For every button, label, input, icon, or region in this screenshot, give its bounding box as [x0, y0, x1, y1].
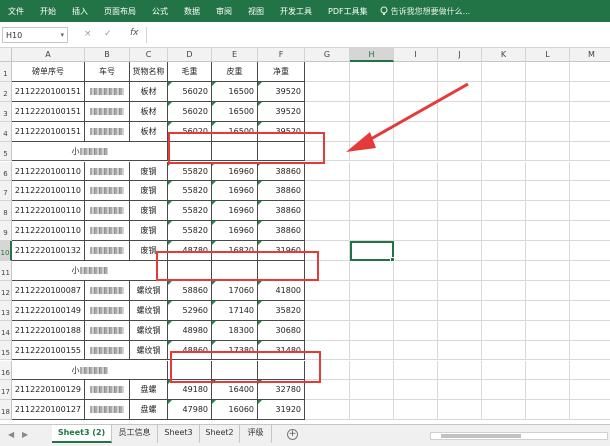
- ribbon-tab-2[interactable]: 插入: [64, 6, 96, 17]
- name-box[interactable]: H10 ▾: [2, 27, 68, 43]
- scrollbar-thumb[interactable]: [441, 434, 521, 438]
- cancel-icon[interactable]: ×: [84, 29, 92, 39]
- next-sheet-icon[interactable]: ▶: [22, 430, 28, 439]
- ribbon-tab-4[interactable]: 公式: [144, 6, 176, 17]
- sheet-tab-1[interactable]: 员工信息: [112, 425, 158, 443]
- add-sheet-button[interactable]: +: [287, 429, 298, 440]
- ribbon-tab-7[interactable]: 视图: [240, 6, 272, 17]
- ribbon-tab-9[interactable]: PDF工具集: [320, 6, 376, 17]
- name-box-value: H10: [6, 31, 23, 40]
- sheet-tab-0[interactable]: Sheet3 (2): [52, 425, 112, 443]
- formula-input[interactable]: [146, 27, 608, 43]
- ribbon-tab-5[interactable]: 数据: [176, 6, 208, 17]
- spreadsheet-grid: A B C D E F G H I J K L M 1 磅单序号 车号 货物名称 毛重 皮重 净重 2 211222010…: [0, 48, 610, 424]
- tell-me-search[interactable]: 告诉我您想要做什么...: [380, 6, 471, 17]
- ribbon-tab-8[interactable]: 开发工具: [272, 6, 320, 17]
- sheet-tab-3[interactable]: Sheet2: [200, 425, 240, 443]
- function-icon[interactable]: fx: [130, 28, 139, 38]
- ribbon-tab-6[interactable]: 审阅: [208, 6, 240, 17]
- sheet-tab-bar: ◀ ▶ + Sheet3 (2) 员工信息 Sheet3 Sheet2 评级: [0, 424, 610, 446]
- annotation-arrow: [346, 82, 469, 152]
- ribbon-tabs: 文件 开始 插入 页面布局 公式 数据 审阅 视图 开发工具 PDF工具集 告诉我您想要做什么...: [0, 0, 610, 22]
- sheet-tab-2[interactable]: Sheet3: [158, 425, 200, 443]
- arrow-head: [346, 132, 376, 152]
- sheet-tab-4[interactable]: 评级: [240, 425, 272, 443]
- check-icon[interactable]: ✓: [104, 29, 112, 39]
- ribbon-tab-1[interactable]: 开始: [32, 6, 64, 17]
- ribbon-tab-0[interactable]: 文件: [0, 6, 32, 17]
- chevron-down-icon[interactable]: ▾: [60, 31, 64, 39]
- tell-me-text: 告诉我您想要做什么...: [390, 6, 471, 16]
- arrow-shaft: [361, 82, 469, 146]
- prev-sheet-icon[interactable]: ◀: [8, 430, 14, 439]
- lightbulb-icon: [380, 6, 388, 15]
- formula-bar: H10 ▾ × ✓ fx: [0, 22, 610, 48]
- ribbon-tab-3[interactable]: 页面布局: [96, 6, 144, 17]
- horizontal-scrollbar[interactable]: [430, 432, 608, 440]
